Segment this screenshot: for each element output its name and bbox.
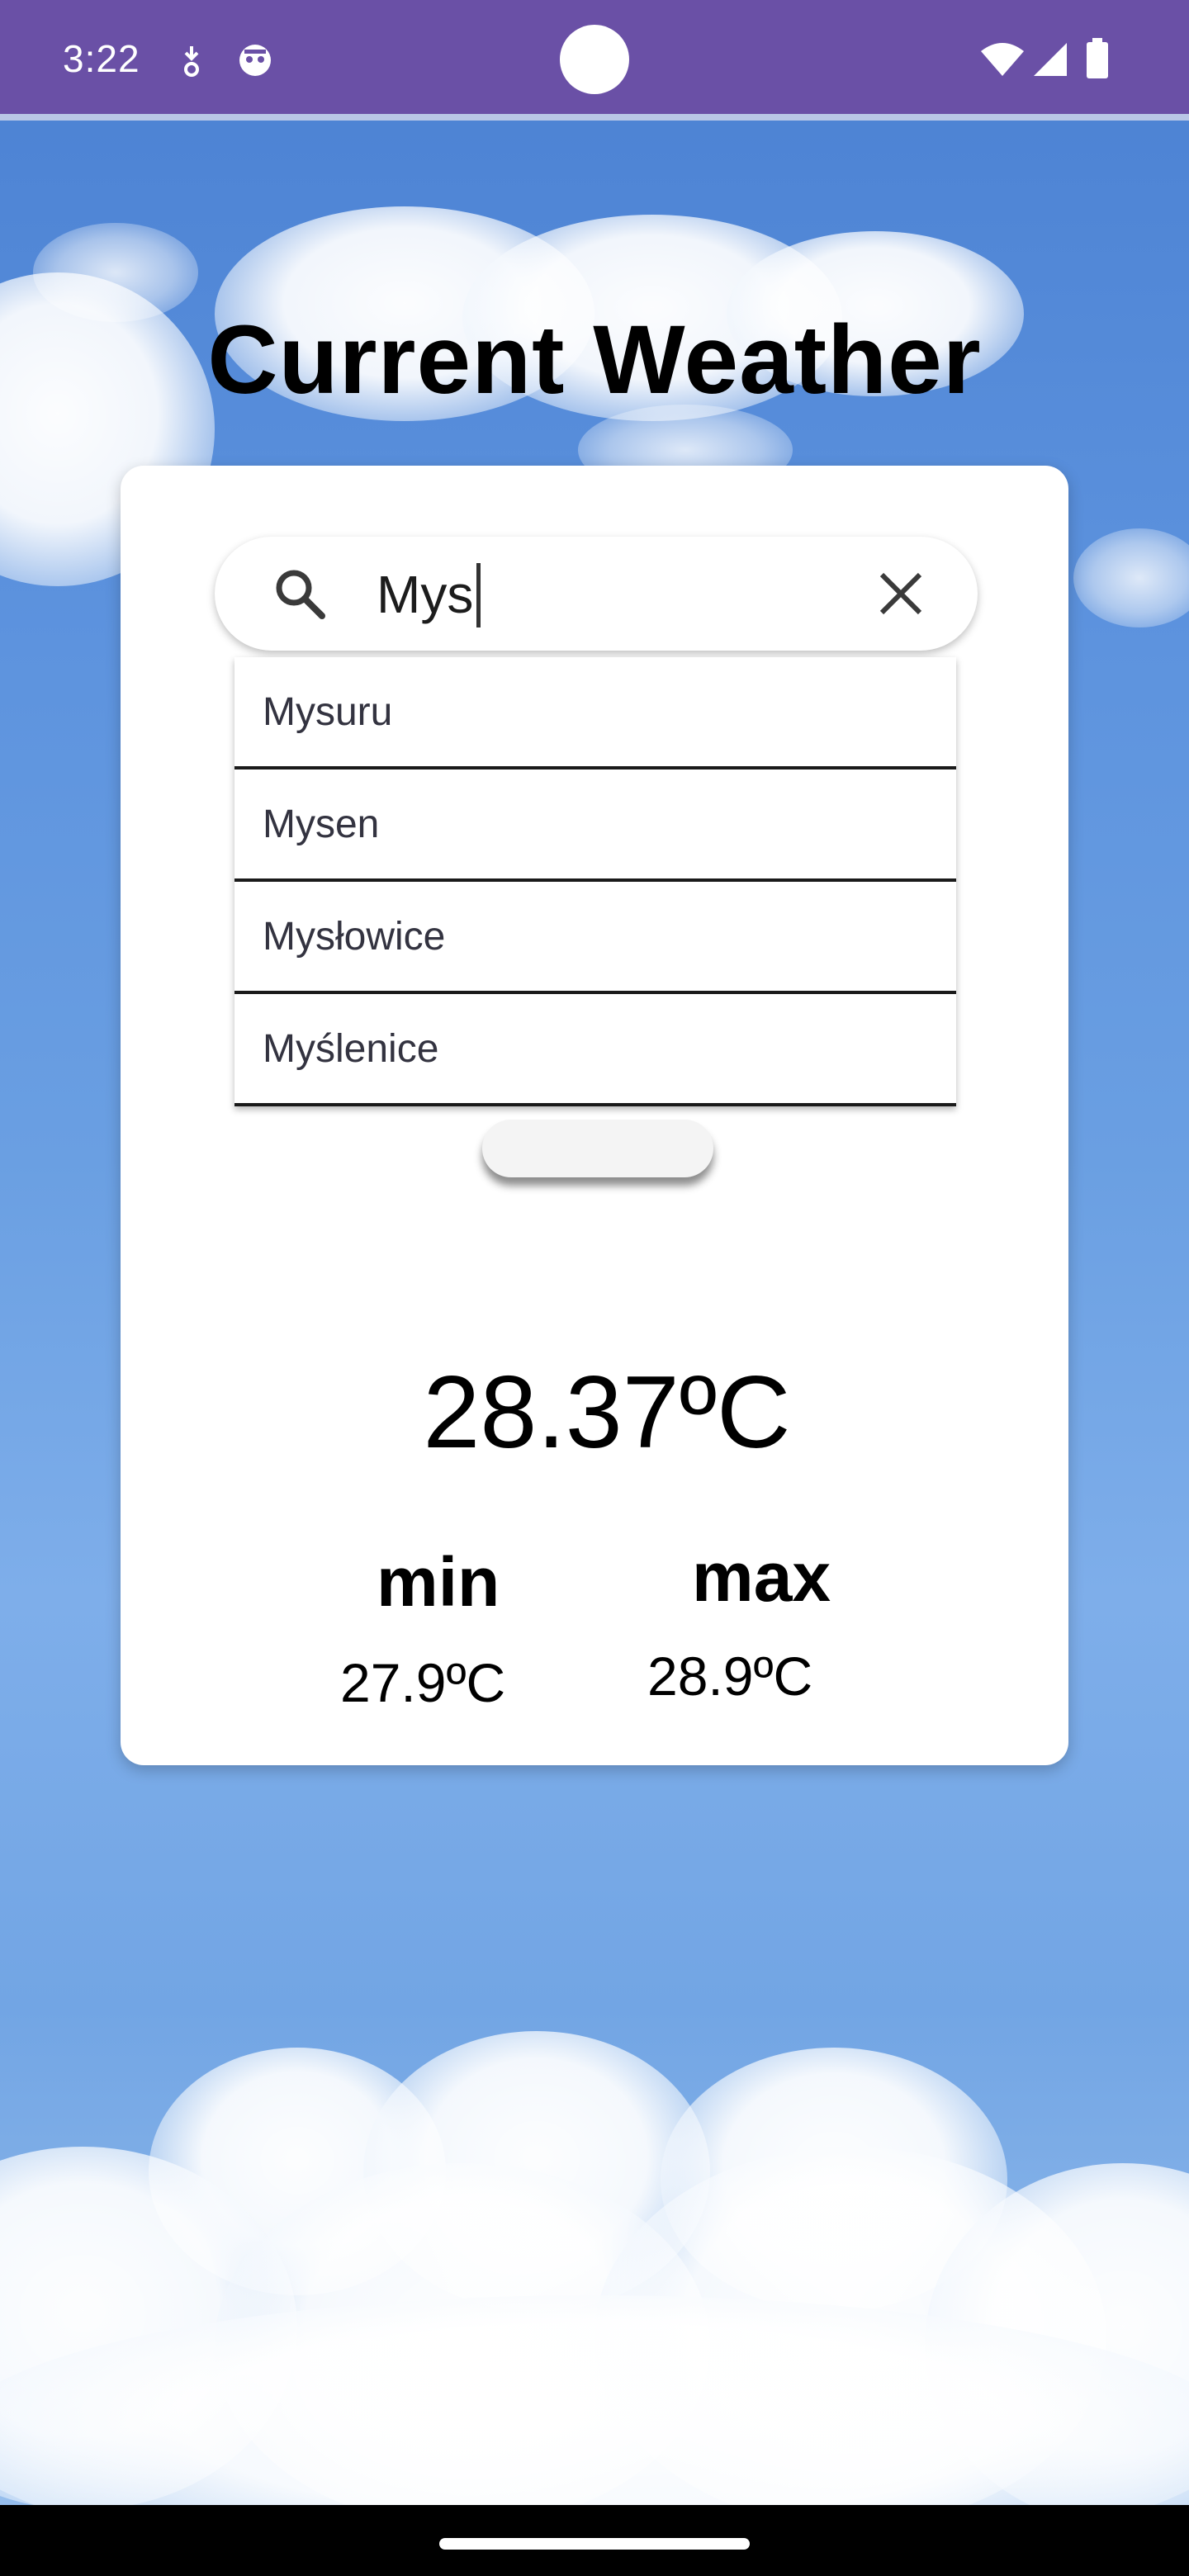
min-label: min <box>377 1543 500 1621</box>
search-input[interactable]: Mys <box>377 563 481 628</box>
suggestion-item[interactable]: Mysuru <box>234 657 956 769</box>
suggestions-dropdown: Mysuru Mysen Mysłowice Myślenice <box>234 657 956 1106</box>
wifi-icon <box>979 41 1026 82</box>
max-temperature: 28.9ºC <box>647 1646 813 1707</box>
home-gesture-handle[interactable] <box>439 2538 750 2550</box>
camera-cutout <box>560 25 629 94</box>
status-bar: 3:22 <box>0 0 1189 121</box>
max-label: max <box>692 1538 831 1616</box>
status-time: 3:22 <box>63 37 140 80</box>
suggestion-item[interactable]: Mysłowice <box>234 882 956 994</box>
notification-icon <box>236 41 274 83</box>
current-temperature: 28.37ºC <box>423 1356 791 1470</box>
battery-icon <box>1085 38 1110 83</box>
text-caret <box>476 563 481 628</box>
search-query: Mys <box>377 565 474 624</box>
search-icon <box>272 566 327 621</box>
page-title: Current Weather <box>207 305 982 414</box>
search-bar[interactable]: Mys <box>215 537 978 651</box>
signal-icon <box>1032 41 1068 82</box>
weather-screen: 3:22 Current Weather Mys Mysuru Mysen My… <box>0 0 1189 2576</box>
suggestion-item[interactable]: Myślenice <box>234 994 956 1106</box>
search-button[interactable] <box>482 1120 713 1177</box>
download-icon <box>177 43 206 83</box>
close-icon[interactable] <box>877 570 925 618</box>
min-temperature: 27.9ºC <box>340 1652 506 1713</box>
suggestion-item[interactable]: Mysen <box>234 769 956 882</box>
